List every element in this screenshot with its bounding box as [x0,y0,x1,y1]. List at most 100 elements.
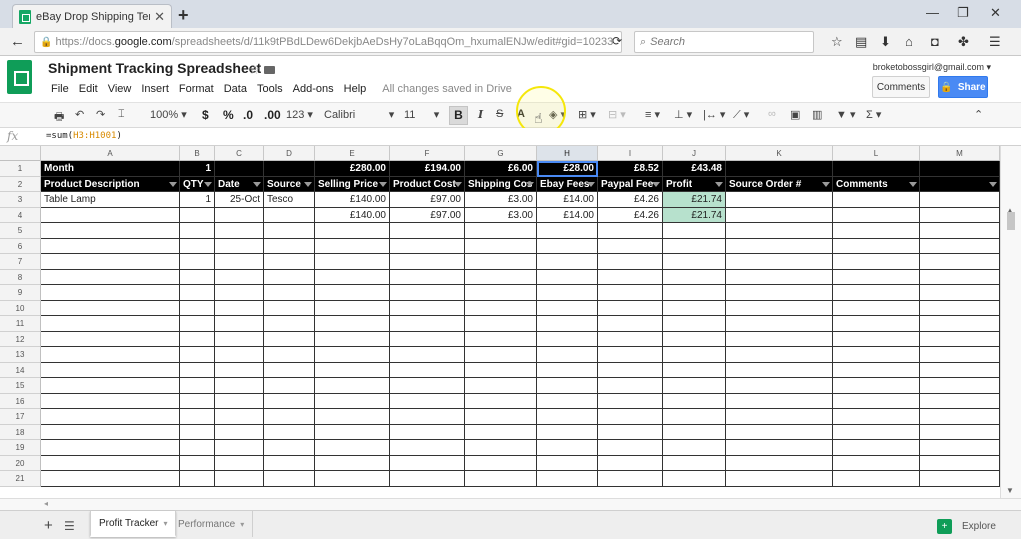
row-header[interactable]: 13 [0,347,41,363]
summary-cell[interactable] [264,161,315,177]
cell[interactable] [215,362,264,378]
summary-cell[interactable]: £280.00 [315,161,390,177]
cell[interactable] [215,378,264,394]
align-horizontal-icon[interactable]: ≡ ▾ [645,108,660,121]
cell[interactable] [390,269,465,285]
cell[interactable] [920,455,1000,471]
row-header[interactable]: 5 [0,223,41,239]
cell[interactable] [180,254,215,270]
data-cell[interactable] [264,207,315,223]
cell[interactable] [180,455,215,471]
cell[interactable] [41,285,180,301]
cell[interactable] [41,393,180,409]
cell[interactable] [598,409,663,425]
functions-icon[interactable]: Σ ▾ [866,108,881,121]
cell[interactable] [920,393,1000,409]
cell[interactable] [920,424,1000,440]
cell[interactable] [920,331,1000,347]
cell[interactable] [663,440,726,456]
cell[interactable] [315,455,390,471]
cell[interactable] [215,238,264,254]
cell[interactable] [598,316,663,332]
cell[interactable] [390,254,465,270]
cell[interactable] [598,362,663,378]
sheets-logo-icon[interactable] [7,60,32,94]
menu-insert[interactable]: Insert [141,83,169,95]
data-cell[interactable]: £4.26 [598,207,663,223]
cell[interactable] [390,424,465,440]
cell[interactable] [726,254,833,270]
star-icon[interactable]: ☆ [249,63,260,77]
filter-icon[interactable]: ▼ ▾ [836,108,855,121]
cell[interactable] [663,347,726,363]
cell[interactable] [390,455,465,471]
cell[interactable] [920,316,1000,332]
cell[interactable] [264,254,315,270]
save-status[interactable]: All changes saved in Drive [382,83,512,95]
cell[interactable] [180,269,215,285]
summary-cell[interactable]: £28.00 [537,161,598,177]
data-cell[interactable]: 25-Oct [215,192,264,208]
cell[interactable] [726,409,833,425]
cell[interactable] [465,471,537,487]
insert-chart-icon[interactable]: ▥ [812,108,822,121]
cell[interactable] [598,424,663,440]
summary-cell[interactable]: 1 [180,161,215,177]
cell[interactable] [920,254,1000,270]
cell[interactable] [41,223,180,239]
italic-button[interactable]: I [478,108,483,121]
cell[interactable] [180,223,215,239]
summary-cell[interactable] [920,161,1000,177]
cell[interactable] [390,300,465,316]
undo-icon[interactable]: ↶ [75,108,84,121]
cell[interactable] [537,347,598,363]
cell[interactable] [598,393,663,409]
cell[interactable] [833,424,920,440]
menu-edit[interactable]: Edit [79,83,98,95]
cell[interactable] [920,223,1000,239]
cell[interactable] [726,347,833,363]
cell[interactable] [537,285,598,301]
data-cell[interactable] [726,192,833,208]
cell[interactable] [537,471,598,487]
cell[interactable] [315,378,390,394]
cell[interactable] [726,269,833,285]
cell[interactable] [390,440,465,456]
cell[interactable] [315,347,390,363]
cell[interactable] [180,471,215,487]
sheet-tab-profit-tracker[interactable]: Profit Tracker ▾ [90,511,177,537]
cell[interactable] [663,471,726,487]
cell[interactable] [920,300,1000,316]
cell[interactable] [726,455,833,471]
cell[interactable] [598,471,663,487]
summary-cell[interactable] [726,161,833,177]
cell[interactable] [537,269,598,285]
cell[interactable] [465,300,537,316]
scrollbar-thumb[interactable] [1007,212,1015,230]
cell[interactable] [41,440,180,456]
cell[interactable] [465,362,537,378]
cell[interactable] [41,409,180,425]
column-header-j[interactable]: J [663,146,726,161]
cell[interactable] [920,471,1000,487]
data-cell[interactable]: £140.00 [315,192,390,208]
cell[interactable] [833,254,920,270]
cell[interactable] [833,269,920,285]
filter-dropdown-icon[interactable] [454,181,462,187]
cell[interactable] [215,223,264,239]
data-cell[interactable] [41,207,180,223]
menu-data[interactable]: Data [224,83,247,95]
column-header-i[interactable]: I [598,146,663,161]
cell[interactable] [663,285,726,301]
cell[interactable] [264,269,315,285]
url-bar[interactable]: 🔒 https://docs. google.com/spreadsheets/d… [34,31,622,53]
percent-format-button[interactable]: % [223,108,234,122]
cell[interactable] [537,393,598,409]
column-header-h[interactable]: H [537,146,598,161]
cell[interactable] [215,254,264,270]
cell[interactable] [215,424,264,440]
cell[interactable] [215,269,264,285]
bookmark-star-icon[interactable]: ☆ [831,34,843,50]
filter-dropdown-icon[interactable] [822,181,830,187]
filter-dropdown-icon[interactable] [304,181,312,187]
